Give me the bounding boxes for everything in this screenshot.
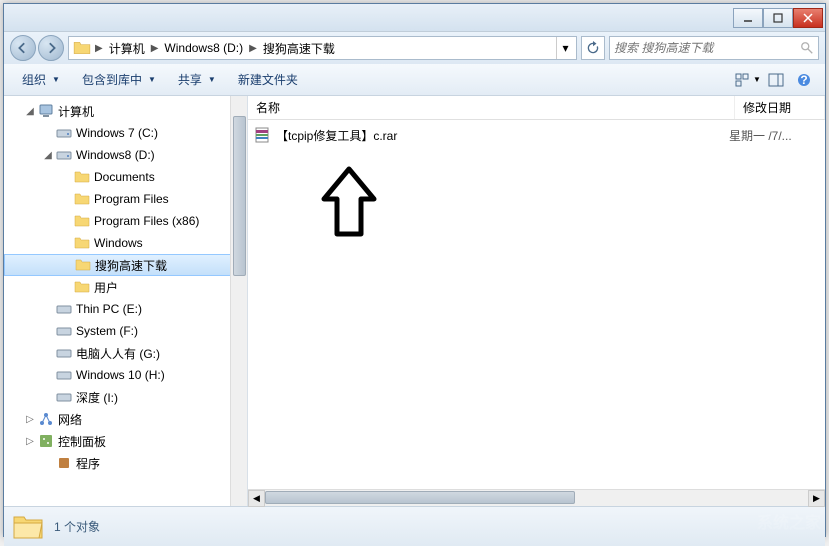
forward-button[interactable]	[38, 35, 64, 61]
tree-folder[interactable]: Windows	[4, 232, 247, 254]
scrollbar-thumb[interactable]	[233, 116, 246, 276]
horizontal-scrollbar[interactable]: ◀ ▶	[248, 489, 825, 506]
drive-icon	[56, 389, 72, 405]
maximize-button[interactable]	[763, 8, 793, 28]
scroll-left-button[interactable]: ◀	[248, 490, 265, 507]
breadcrumb-item[interactable]: 计算机	[105, 37, 149, 59]
folder-icon	[75, 257, 91, 273]
share-button[interactable]: 共享▼	[168, 67, 226, 92]
chevron-right-icon: ▶	[93, 43, 105, 54]
tree-network[interactable]: ▷网络	[4, 408, 247, 430]
tree-drive[interactable]: 电脑人人有 (G:)	[4, 342, 247, 364]
folder-icon	[74, 169, 90, 185]
folder-icon	[74, 213, 90, 229]
help-button[interactable]: ?	[791, 69, 817, 91]
tree-drive[interactable]: Windows 7 (C:)	[4, 122, 247, 144]
drive-icon	[56, 323, 72, 339]
programs-icon	[56, 455, 72, 471]
tree-folder-selected[interactable]: 搜狗高速下载	[4, 254, 247, 276]
column-modified[interactable]: 修改日期	[735, 96, 825, 119]
file-name: 【tcpip修复工具】c.rar	[276, 127, 729, 144]
back-button[interactable]	[10, 35, 36, 61]
breadcrumb-item[interactable]: Windows8 (D:)	[160, 37, 247, 59]
breadcrumb[interactable]: ▶ 计算机 ▶ Windows8 (D:) ▶ 搜狗高速下载 ▾	[68, 36, 577, 60]
breadcrumb-item[interactable]: 搜狗高速下载	[259, 37, 339, 59]
drive-icon	[56, 147, 72, 163]
tree-programs[interactable]: 程序	[4, 452, 247, 474]
new-folder-button[interactable]: 新建文件夹	[228, 67, 308, 92]
file-list-pane: 名称 修改日期 【tcpip修复工具】c.rar 星期一 /7/... ◀ ▶	[248, 96, 825, 506]
collapse-icon[interactable]: ◢	[42, 149, 54, 161]
drive-icon	[56, 301, 72, 317]
preview-pane-button[interactable]	[763, 69, 789, 91]
tree-control-panel[interactable]: ▷控制面板	[4, 430, 247, 452]
tree-computer[interactable]: ◢ 计算机	[4, 100, 247, 122]
network-icon	[38, 411, 54, 427]
drive-icon	[56, 345, 72, 361]
file-row[interactable]: 【tcpip修复工具】c.rar 星期一 /7/...	[248, 124, 825, 146]
control-panel-icon	[38, 433, 54, 449]
drive-icon	[56, 367, 72, 383]
search-icon	[800, 41, 814, 55]
organize-button[interactable]: 组织▼	[12, 67, 70, 92]
refresh-button[interactable]	[581, 36, 605, 60]
explorer-window: ▶ 计算机 ▶ Windows8 (D:) ▶ 搜狗高速下载 ▾ 组织▼ 包含到…	[3, 3, 826, 537]
status-bar: 1 个对象	[4, 506, 825, 546]
computer-icon	[38, 103, 54, 119]
breadcrumb-dropdown[interactable]: ▾	[556, 37, 574, 59]
include-library-button[interactable]: 包含到库中▼	[72, 67, 166, 92]
folder-icon	[73, 39, 91, 57]
search-box[interactable]	[609, 36, 819, 60]
scrollbar-thumb[interactable]	[265, 491, 575, 504]
navigation-pane: ◢ 计算机 Windows 7 (C:) ◢ Windows8 (D:) Doc…	[4, 96, 248, 506]
tree-drive[interactable]: 深度 (I:)	[4, 386, 247, 408]
rar-file-icon	[254, 127, 270, 143]
expand-icon[interactable]: ▷	[24, 435, 36, 447]
view-options-button[interactable]: ▼	[735, 69, 761, 91]
tree-folder[interactable]: Program Files (x86)	[4, 210, 247, 232]
file-date: 星期一 /7/...	[729, 127, 819, 144]
folder-icon	[74, 235, 90, 251]
address-bar: ▶ 计算机 ▶ Windows8 (D:) ▶ 搜狗高速下载 ▾	[4, 32, 825, 64]
folder-icon	[74, 191, 90, 207]
svg-text:?: ?	[800, 73, 807, 87]
tree-drive[interactable]: System (F:)	[4, 320, 247, 342]
titlebar	[4, 4, 825, 32]
folder-open-icon	[12, 511, 44, 543]
minimize-button[interactable]	[733, 8, 763, 28]
expand-icon[interactable]: ▷	[24, 413, 36, 425]
scroll-right-button[interactable]: ▶	[808, 490, 825, 507]
tree-drive[interactable]: ◢ Windows8 (D:)	[4, 144, 247, 166]
folder-icon	[74, 279, 90, 295]
close-button[interactable]	[793, 8, 823, 28]
tree-folder[interactable]: 用户	[4, 276, 247, 298]
search-input[interactable]	[614, 41, 800, 55]
drive-icon	[56, 125, 72, 141]
chevron-down-icon: ▼	[208, 75, 216, 84]
chevron-right-icon: ▶	[247, 43, 259, 54]
collapse-icon[interactable]: ◢	[24, 105, 36, 117]
status-count: 1 个对象	[54, 518, 100, 535]
tree-folder[interactable]: Program Files	[4, 188, 247, 210]
chevron-right-icon: ▶	[149, 43, 161, 54]
column-headers: 名称 修改日期	[248, 96, 825, 120]
chevron-down-icon: ▼	[148, 75, 156, 84]
chevron-down-icon: ▼	[52, 75, 60, 84]
toolbar: 组织▼ 包含到库中▼ 共享▼ 新建文件夹 ▼ ?	[4, 64, 825, 96]
sidebar-scrollbar[interactable]	[230, 96, 247, 506]
tree-drive[interactable]: Windows 10 (H:)	[4, 364, 247, 386]
tree-folder[interactable]: Documents	[4, 166, 247, 188]
main-area: ◢ 计算机 Windows 7 (C:) ◢ Windows8 (D:) Doc…	[4, 96, 825, 506]
tree-drive[interactable]: Thin PC (E:)	[4, 298, 247, 320]
column-name[interactable]: 名称	[248, 96, 735, 119]
